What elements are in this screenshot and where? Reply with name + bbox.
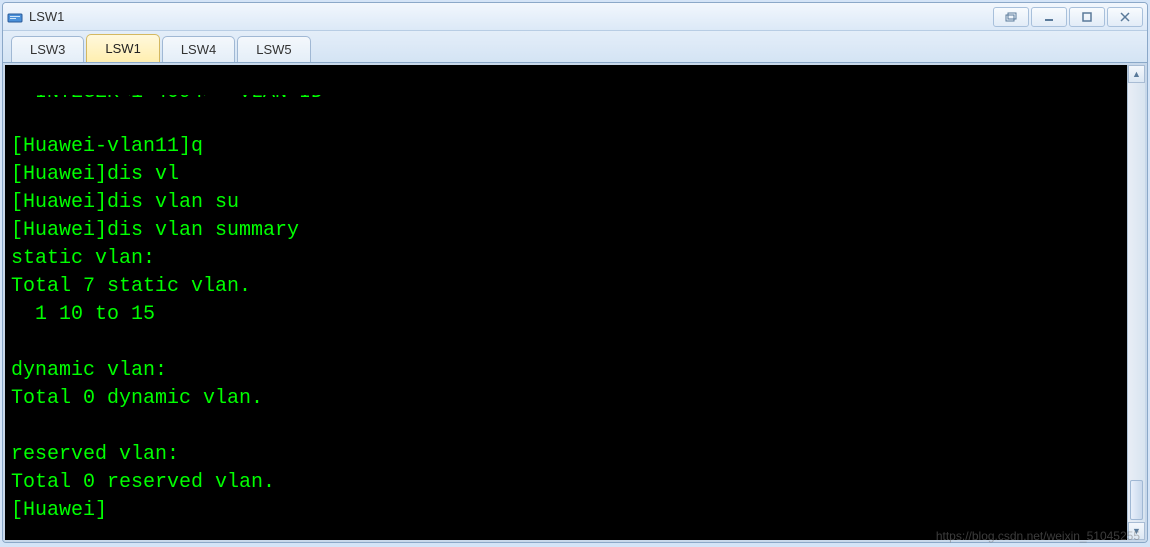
tab-lsw3[interactable]: LSW3 — [11, 36, 84, 62]
tabbar: LSW3 LSW1 LSW4 LSW5 — [3, 31, 1147, 63]
terminal-line: [Huawei]dis vlan su — [11, 191, 239, 214]
terminal-line: static vlan: — [11, 247, 155, 270]
window-controls — [993, 7, 1143, 27]
terminal[interactable]: INTEGER<1-4094> VLAN ID [Huawei-vlan11]q… — [5, 65, 1127, 540]
app-icon — [7, 9, 23, 25]
terminal-line: dynamic vlan: — [11, 359, 167, 382]
close-button[interactable] — [1107, 7, 1143, 27]
terminal-line: 1 10 to 15 — [11, 303, 155, 326]
watermark: https://blog.csdn.net/weixin_51045255 — [936, 529, 1140, 543]
scroll-track[interactable] — [1128, 83, 1145, 522]
window-title: LSW1 — [29, 9, 993, 24]
tab-lsw1[interactable]: LSW1 — [86, 34, 159, 62]
terminal-line: [Huawei]dis vlan summary — [11, 219, 299, 242]
terminal-line: [Huawei] — [11, 499, 107, 522]
terminal-line: Total 0 reserved vlan. — [11, 471, 275, 494]
terminal-line: Total 0 dynamic vlan. — [11, 387, 263, 410]
scroll-up-button[interactable]: ▲ — [1128, 65, 1145, 83]
terminal-line: Total 7 static vlan. — [11, 275, 251, 298]
restore-button[interactable] — [993, 7, 1029, 27]
minimize-button[interactable] — [1031, 7, 1067, 27]
app-window: LSW1 LSW3 LSW1 LSW4 LSW5 INTEGER<1-4094>… — [2, 2, 1148, 543]
terminal-container: INTEGER<1-4094> VLAN ID [Huawei-vlan11]q… — [3, 63, 1147, 542]
tab-lsw5[interactable]: LSW5 — [237, 36, 310, 62]
terminal-line: [Huawei-vlan11]q — [11, 135, 203, 158]
scrollbar[interactable]: ▲ ▼ — [1127, 65, 1145, 540]
titlebar: LSW1 — [3, 3, 1147, 31]
terminal-cutoff-line: INTEGER<1-4094> VLAN ID — [11, 95, 1121, 105]
terminal-line: [Huawei]dis vl — [11, 163, 179, 186]
terminal-line: reserved vlan: — [11, 443, 179, 466]
tab-lsw4[interactable]: LSW4 — [162, 36, 235, 62]
maximize-button[interactable] — [1069, 7, 1105, 27]
scroll-thumb[interactable] — [1130, 480, 1143, 520]
